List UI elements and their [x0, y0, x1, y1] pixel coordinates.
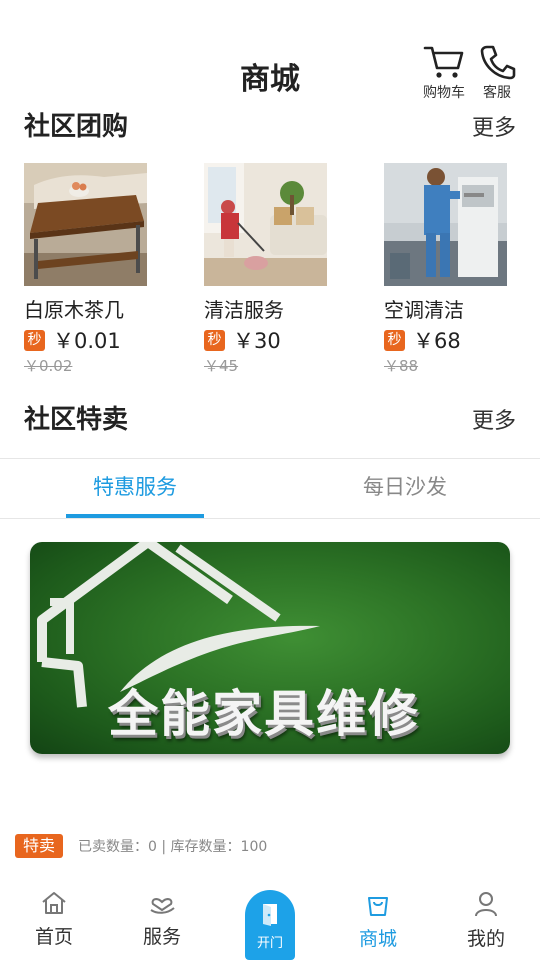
- special-sale-more-link[interactable]: 更多: [472, 403, 516, 435]
- tab-active-indicator: [66, 514, 204, 518]
- group-buy-more-link[interactable]: 更多: [472, 110, 516, 142]
- home-icon: [42, 892, 66, 914]
- product-price: ￥0.01: [53, 329, 121, 353]
- special-sale-tabs: 特惠服务 每日沙发: [0, 458, 540, 519]
- product-original-price: ￥88: [384, 357, 419, 375]
- tab-daily-sofa[interactable]: 每日沙发: [270, 459, 540, 518]
- product-original-price: ￥0.02: [24, 357, 73, 375]
- nav-home-label: 首页: [34, 926, 73, 948]
- nav-mall[interactable]: 商城: [338, 890, 418, 951]
- cart-button[interactable]: 购物车: [417, 44, 471, 102]
- nav-mall-label: 商城: [358, 928, 397, 950]
- header: 商城 购物车 客服: [0, 0, 540, 105]
- product-card[interactable]: 清洁服务 秒 ￥30 ￥45: [204, 163, 354, 376]
- special-sale-badge: 特卖: [15, 834, 64, 858]
- group-buy-title: 社区团购: [24, 112, 129, 142]
- customer-service-button[interactable]: 客服: [470, 44, 524, 102]
- product-price: ￥30: [233, 329, 281, 353]
- person-icon: [475, 892, 497, 917]
- nav-service[interactable]: 服务: [122, 890, 202, 949]
- tab-discount-service[interactable]: 特惠服务: [0, 459, 270, 518]
- product-name: 清洁服务: [204, 298, 284, 322]
- nav-open-door-label: 开门: [256, 936, 283, 951]
- heart-hand-icon: [150, 898, 175, 914]
- product-name: 空调清洁: [384, 298, 464, 322]
- stock-info: 已卖数量：0 | 库存数量：100: [78, 839, 268, 855]
- flash-sale-badge: 秒: [384, 329, 405, 351]
- product-image-coffee-table: [24, 163, 147, 286]
- product-card[interactable]: 空调清洁 秒 ￥68 ￥88: [384, 163, 534, 376]
- service-label: 客服: [483, 85, 511, 101]
- group-buy-section-header: 社区团购 更多: [24, 106, 516, 146]
- door-icon: [263, 904, 277, 926]
- special-sale-section-header: 社区特卖 更多: [24, 399, 516, 439]
- product-card[interactable]: 白原木茶几 秒 ￥0.01 ￥0.02: [24, 163, 174, 376]
- shopping-cart-icon: [423, 46, 464, 78]
- nav-profile[interactable]: 我的: [446, 890, 526, 951]
- product-image-cleaning: [204, 163, 327, 286]
- promo-banner[interactable]: 全能家具维修: [30, 542, 510, 754]
- flash-sale-badge: 秒: [24, 329, 45, 351]
- nav-profile-label: 我的: [466, 928, 505, 950]
- bottom-nav: 首页 服务 开门 商城 我的: [0, 880, 540, 960]
- flash-sale-badge: 秒: [204, 329, 225, 351]
- nav-open-door-button[interactable]: 开门: [245, 890, 295, 960]
- banner-text: 全能家具维修: [108, 685, 420, 743]
- product-image-aircon: [384, 163, 507, 286]
- product-name: 白原木茶几: [24, 298, 124, 322]
- shopping-bag-icon: [368, 897, 388, 916]
- special-sale-title: 社区特卖: [24, 405, 129, 435]
- nav-service-label: 服务: [142, 926, 181, 948]
- nav-home[interactable]: 首页: [14, 890, 94, 949]
- phone-icon: [480, 45, 516, 80]
- product-original-price: ￥45: [204, 357, 239, 375]
- product-price: ￥68: [413, 329, 461, 353]
- special-info-row: 特卖 已卖数量：0 | 库存数量：100: [15, 834, 267, 858]
- cart-label: 购物车: [423, 85, 465, 101]
